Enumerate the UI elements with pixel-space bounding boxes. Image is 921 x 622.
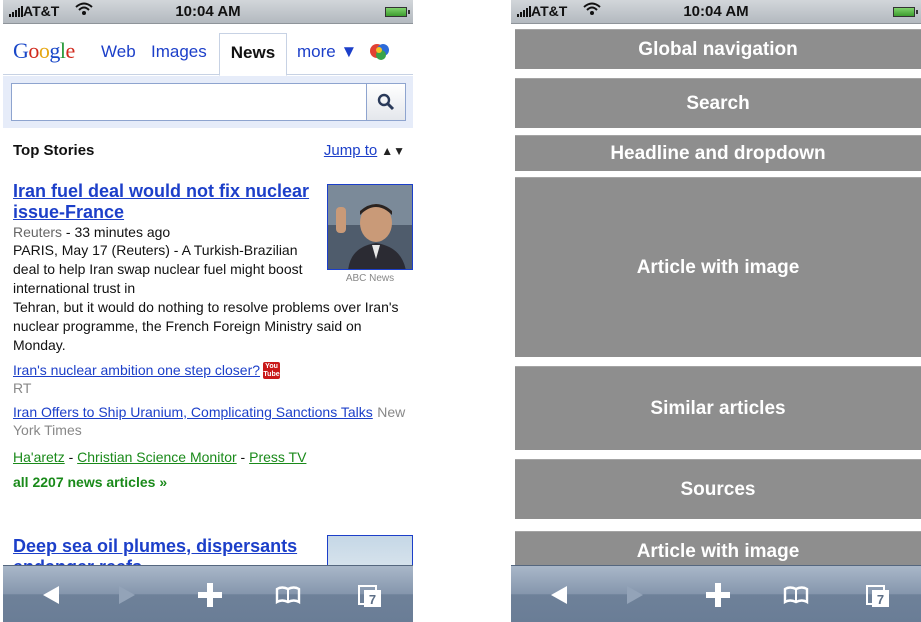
back-icon[interactable]	[35, 580, 71, 610]
related-source: RT	[13, 380, 32, 396]
browser-toolbar: 7	[3, 565, 413, 622]
back-icon[interactable]	[543, 580, 579, 610]
battery-icon	[893, 7, 918, 17]
google-talk-icon[interactable]	[369, 42, 391, 62]
global-navigation: Google Web Images News more ▼	[3, 25, 413, 76]
youtube-icon: You Tube	[263, 362, 281, 380]
wireframe-area: Global navigation Search Headline and dr…	[511, 25, 921, 571]
bookmarks-icon[interactable]	[273, 580, 309, 610]
bookmarks-icon[interactable]	[781, 580, 817, 610]
wireframe-similar-articles: Similar articles	[515, 366, 921, 450]
svg-text:7: 7	[877, 592, 884, 607]
headline-row: Top Stories Jump to ▲▼	[3, 132, 413, 168]
article-snippet-cont: Tehran, but it would do nothing to resol…	[13, 299, 399, 353]
jump-to-dropdown[interactable]: Jump to ▲▼	[324, 142, 405, 159]
browser-toolbar: 7	[511, 565, 921, 622]
wireframe-search: Search	[515, 78, 921, 128]
wireframe-global-navigation: Global navigation	[515, 29, 921, 69]
article-source: Reuters	[13, 224, 63, 240]
article-snippet: PARIS, May 17 (Reuters) - A Turkish-Braz…	[13, 242, 303, 296]
source-link[interactable]: Christian Science Monitor	[77, 449, 237, 465]
all-news-link[interactable]: all 2207 news articles »	[13, 473, 413, 491]
tabs-icon[interactable]: 7	[355, 580, 391, 610]
forward-icon	[113, 580, 149, 610]
tab-news[interactable]: News	[219, 33, 287, 76]
search-icon	[377, 93, 395, 111]
google-news-phone: AT&T 10:04 AM Google Web Images News mor…	[3, 0, 413, 622]
wireframe-sources: Sources	[515, 459, 921, 519]
svg-text:7: 7	[369, 592, 376, 607]
wireframe-article-image: Article with image	[515, 177, 921, 357]
related-link[interactable]: Iran Offers to Ship Uranium, Complicatin…	[13, 404, 373, 420]
google-logo[interactable]: Google	[13, 38, 75, 64]
status-bar: AT&T 10:04 AM	[3, 0, 413, 24]
tab-images[interactable]: Images	[151, 42, 207, 62]
battery-icon	[385, 7, 410, 17]
article-image[interactable]	[327, 184, 413, 270]
status-bar: AT&T 10:04 AM	[511, 0, 921, 24]
clock: 10:04 AM	[175, 3, 241, 20]
related-link[interactable]: Iran's nuclear ambition one step closer?	[13, 362, 260, 378]
forward-icon	[621, 580, 657, 610]
search-bar	[3, 76, 413, 128]
search-button[interactable]	[366, 83, 406, 121]
tab-more[interactable]: more ▼	[297, 42, 357, 62]
tabs-icon[interactable]: 7	[863, 580, 899, 610]
source-link[interactable]: Ha'aretz	[13, 449, 65, 465]
tab-web[interactable]: Web	[101, 42, 136, 62]
article-title-link[interactable]: Iran fuel deal would not fix nuclear iss…	[13, 181, 313, 223]
sources-row: Ha'aretz - Christian Science Monitor - P…	[13, 449, 307, 465]
news-article: Iran fuel deal would not fix nuclear iss…	[13, 181, 413, 491]
wireframe-headline: Headline and dropdown	[515, 135, 921, 171]
section-title: Top Stories	[13, 142, 95, 159]
clock: 10:04 AM	[683, 3, 749, 20]
search-input[interactable]	[11, 83, 367, 121]
dropdown-arrows-icon: ▲▼	[381, 144, 405, 158]
add-icon[interactable]	[195, 580, 231, 610]
source-link[interactable]: Press TV	[249, 449, 306, 465]
wireframe-phone: AT&T 10:04 AM Global navigation Search H…	[511, 0, 921, 622]
add-icon[interactable]	[703, 580, 739, 610]
image-caption: ABC News	[345, 273, 395, 284]
article-time: - 33 minutes ago	[62, 224, 171, 240]
